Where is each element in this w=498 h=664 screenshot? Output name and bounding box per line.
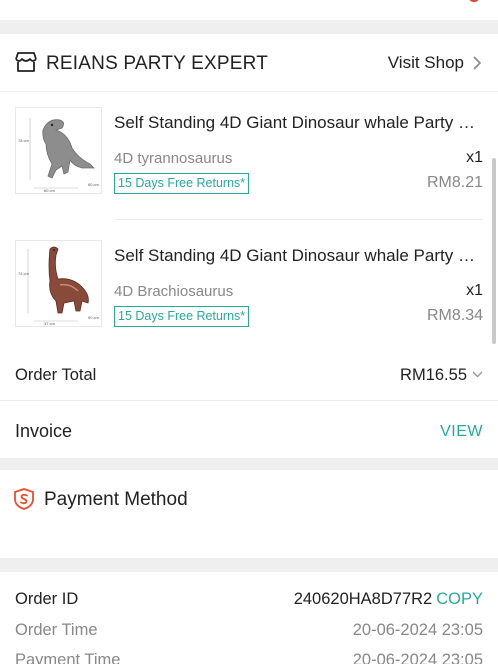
invoice-label: Invoice	[15, 421, 73, 441]
order-id-value-group: 240620HA8D77R2 COPY	[294, 590, 483, 609]
shop-order-card: REIANS PARTY EXPERT Visit Shop 78 cm 60 …	[0, 34, 498, 458]
order-id-row: Order ID 240620HA8D77R2 COPY	[0, 586, 498, 614]
order-time-label: Order Time	[15, 621, 98, 639]
product-variant: 4D Brachiosaurus	[114, 283, 234, 300]
previous-section-card	[0, 0, 498, 20]
order-total-value: RM16.55	[400, 366, 467, 384]
chevron-right-icon[interactable]	[470, 54, 484, 72]
chevron-down-icon[interactable]	[471, 369, 484, 379]
order-info-card: Order ID 240620HA8D77R2 COPY Order Time 2…	[0, 572, 498, 664]
invoice-view-button[interactable]: VIEW	[440, 423, 483, 441]
product-image-brachiosaurus[interactable]: 74 cm 37 cm 90 cm	[15, 240, 102, 327]
payment-time-row: Payment Time 20-06-2024 23:05	[0, 647, 498, 664]
brachiosaurus-image: 74 cm 37 cm 90 cm	[16, 241, 101, 326]
visit-shop-link[interactable]: Visit Shop	[388, 53, 464, 73]
product-price: RM8.34	[426, 307, 483, 324]
product-variant: 4D tyrannosaurus	[114, 150, 233, 167]
order-item[interactable]: 74 cm 37 cm 90 cm Self Standing 4D Giant…	[0, 240, 498, 360]
item-divider	[114, 219, 483, 220]
image-depth-label: 90 cm	[88, 315, 100, 320]
order-id-value: 240620HA8D77R2	[293, 590, 433, 608]
image-width-label: 60 cm	[44, 188, 56, 193]
payment-method-label: Payment Method	[44, 489, 188, 510]
status-dot	[468, 0, 480, 2]
product-title[interactable]: Self Standing 4D Giant Dinosaur whale Pa…	[114, 246, 484, 266]
copy-order-id-button[interactable]: COPY	[436, 590, 483, 608]
product-quantity: x1	[466, 149, 483, 166]
payment-time-value: 20-06-2024 23:05	[352, 651, 483, 664]
free-returns-badge: 15 Days Free Returns*	[114, 173, 250, 194]
order-time-value: 20-06-2024 23:05	[352, 621, 483, 639]
payment-method-card: Payment Method	[0, 470, 498, 558]
product-quantity: x1	[466, 282, 483, 299]
payment-time-label: Payment Time	[15, 651, 121, 664]
order-total-row[interactable]: Order Total RM16.55	[0, 347, 498, 401]
tyrannosaurus-image: 78 cm 60 cm 60 cm	[16, 108, 101, 193]
product-title[interactable]: Self Standing 4D Giant Dinosaur whale Pa…	[114, 113, 484, 133]
shield-s-icon	[14, 488, 34, 510]
product-price: RM8.21	[426, 174, 483, 191]
shop-header[interactable]: REIANS PARTY EXPERT Visit Shop	[0, 34, 498, 92]
image-height-label: 78 cm	[18, 138, 30, 143]
order-id-label: Order ID	[15, 590, 79, 608]
order-time-row: Order Time 20-06-2024 23:05	[0, 617, 498, 645]
invoice-row: Invoice VIEW	[0, 401, 498, 458]
shop-icon	[15, 52, 37, 72]
image-depth-label: 60 cm	[88, 182, 100, 187]
order-item[interactable]: 78 cm 60 cm 60 cm Self Standing 4D Giant…	[0, 107, 498, 227]
image-width-label: 37 cm	[44, 321, 56, 326]
free-returns-badge: 15 Days Free Returns*	[114, 306, 250, 327]
scrollbar[interactable]	[492, 158, 496, 344]
order-total-label: Order Total	[15, 366, 97, 384]
image-height-label: 74 cm	[18, 271, 30, 276]
product-image-tyrannosaurus[interactable]: 78 cm 60 cm 60 cm	[15, 107, 102, 194]
shop-name: REIANS PARTY EXPERT	[46, 53, 269, 74]
